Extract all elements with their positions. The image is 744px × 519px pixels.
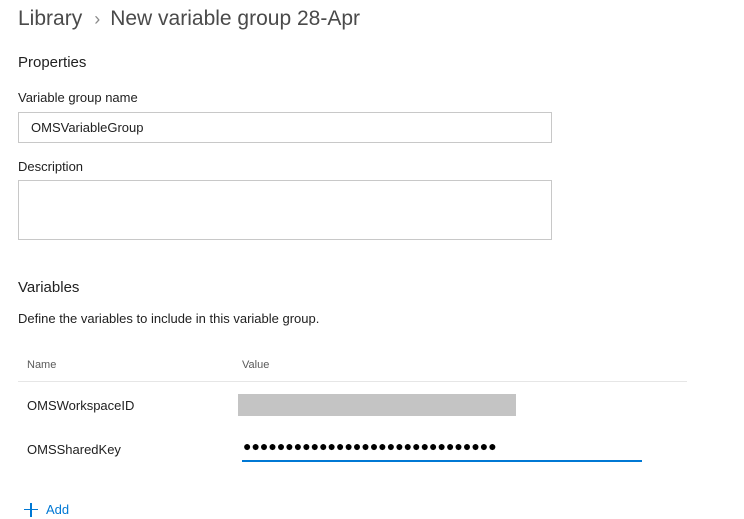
table-row[interactable]: OMSSharedKey ●●●●●●●●●●●●●●●●●●●●●●●●●●●…: [18, 426, 687, 470]
secret-value-input[interactable]: ●●●●●●●●●●●●●●●●●●●●●●●●●●●●●●: [242, 434, 642, 462]
column-header-name: Name: [27, 359, 57, 371]
variable-group-name-input[interactable]: [18, 112, 552, 143]
page-title: New variable group 28-Apr: [110, 7, 360, 30]
column-header-value: Value: [242, 359, 270, 371]
variable-name-cell[interactable]: OMSWorkspaceID: [27, 398, 134, 413]
variables-heading: Variables: [18, 279, 80, 296]
variables-table: Name Value OMSWorkspaceID OMSSharedKey ●…: [18, 350, 687, 470]
description-textarea[interactable]: [18, 180, 552, 240]
variables-helper-text: Define the variables to include in this …: [18, 311, 320, 326]
redacted-value-field[interactable]: [238, 394, 516, 416]
chevron-right-icon: ›: [94, 8, 101, 29]
properties-heading: Properties: [18, 54, 87, 71]
variable-name-cell[interactable]: OMSSharedKey: [27, 442, 121, 457]
table-header: Name Value: [18, 350, 687, 382]
variable-group-name-label: Variable group name: [18, 90, 138, 105]
plus-icon: [24, 502, 38, 517]
add-button-label: Add: [46, 502, 70, 517]
breadcrumb: Library › New variable group 28-Apr: [18, 4, 360, 34]
table-row[interactable]: OMSWorkspaceID: [18, 382, 687, 426]
description-label: Description: [18, 159, 84, 174]
breadcrumb-library-link[interactable]: Library: [18, 7, 82, 31]
add-variable-button[interactable]: Add: [24, 502, 69, 517]
